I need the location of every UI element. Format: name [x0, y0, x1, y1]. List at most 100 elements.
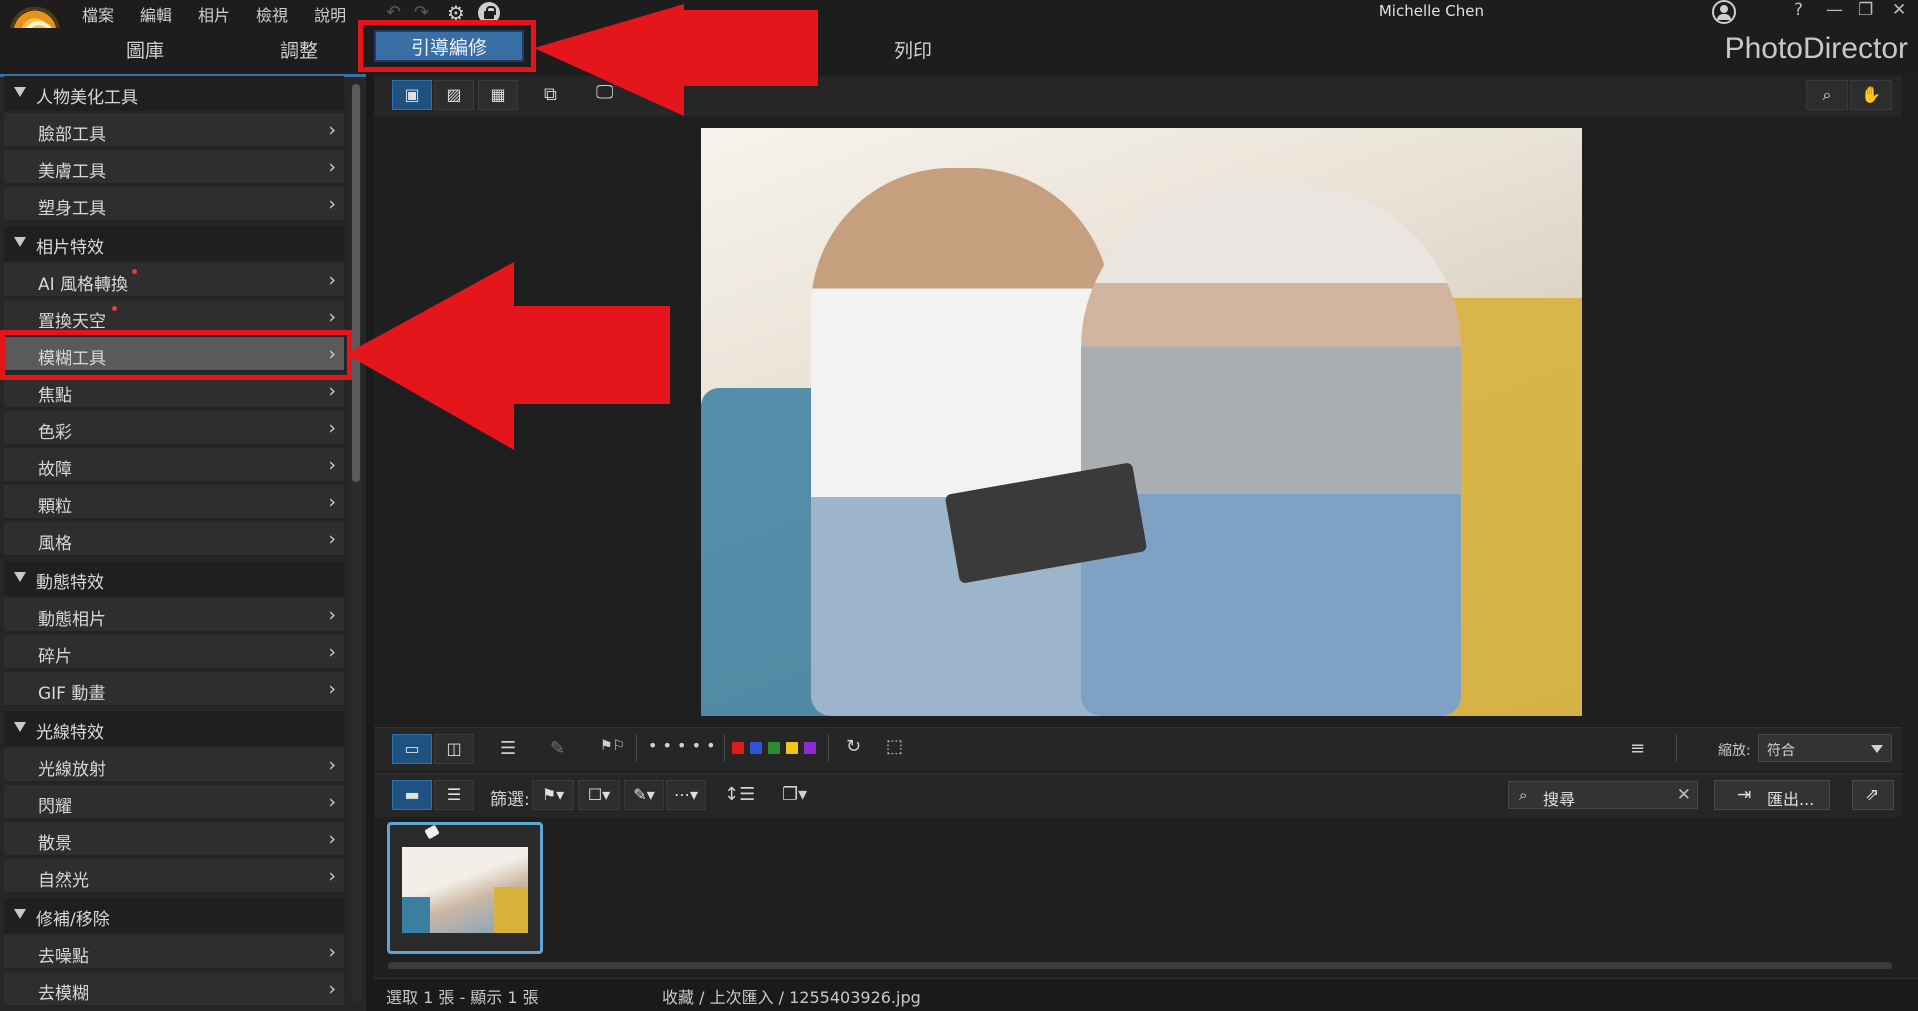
- left-panel: 人物美化工具 臉部工具 › 美膚工具 › 塑身工具 › 相片特效 AI 風格轉換…: [0, 74, 366, 1011]
- item-label: 風格: [38, 534, 72, 554]
- thumbnail-photo-1[interactable]: [387, 822, 543, 954]
- chevron-right-icon: ›: [328, 491, 336, 513]
- share-icon: ⇗: [1865, 785, 1880, 805]
- filmstrip: [374, 818, 1902, 976]
- grid-view-button[interactable]: ▦: [478, 80, 518, 110]
- item-deblur[interactable]: 去模糊 ›: [4, 972, 344, 1007]
- section-motion-effects[interactable]: 動態特效: [4, 561, 344, 596]
- dual-frame-icon: ◫: [446, 739, 462, 758]
- sort-icon[interactable]: ☰: [500, 738, 516, 759]
- menu-photo[interactable]: 相片: [198, 2, 230, 26]
- expand-triangle-icon: [14, 572, 26, 582]
- item-dispersion[interactable]: 碎片 ›: [4, 635, 344, 670]
- expand-triangle-icon: [14, 87, 26, 97]
- compare-view-icon: ▣: [404, 85, 420, 104]
- section-people-beautify[interactable]: 人物美化工具: [4, 76, 344, 111]
- minimize-icon[interactable]: —: [1826, 0, 1843, 20]
- zoom-tool-button[interactable]: ⌕: [1806, 80, 1848, 110]
- menu-view[interactable]: 檢視: [256, 2, 288, 26]
- section-photo-effects[interactable]: 相片特效: [4, 226, 344, 261]
- close-icon[interactable]: ✕: [1892, 0, 1906, 20]
- item-body-tools[interactable]: 塑身工具 ›: [4, 187, 344, 222]
- item-grain[interactable]: 顆粒 ›: [4, 485, 344, 520]
- chevron-right-icon: ›: [328, 417, 336, 439]
- dropdown-arrow-icon: [1871, 745, 1883, 753]
- list-icon: ☰: [446, 785, 462, 804]
- item-style[interactable]: 風格 ›: [4, 522, 344, 557]
- item-sparkle[interactable]: 閃耀 ›: [4, 785, 344, 820]
- user-avatar-icon[interactable]: [1712, 0, 1736, 24]
- color-label-red[interactable]: [732, 742, 744, 754]
- chevron-right-icon: ›: [328, 678, 336, 700]
- item-denoise[interactable]: 去噪點 ›: [4, 935, 344, 970]
- chevron-right-icon: ›: [328, 156, 336, 178]
- chevron-right-icon: ›: [328, 941, 336, 963]
- chevron-right-icon: ›: [328, 865, 336, 887]
- filmstrip-scrollbar[interactable]: [388, 962, 1892, 969]
- chevron-right-icon: ›: [328, 754, 336, 776]
- photo-preview[interactable]: [701, 128, 1582, 716]
- collection-path: 收藏 / 上次匯入 / 1255403926.jpg: [662, 988, 921, 1007]
- separator: [724, 734, 725, 762]
- filter-select-dropdown[interactable]: ☐▾: [578, 780, 620, 810]
- stack-icon[interactable]: ❐▾: [782, 784, 807, 805]
- search-input[interactable]: 搜尋: [1543, 786, 1575, 810]
- dual-strip-view-button[interactable]: ◫: [434, 734, 474, 764]
- chevron-right-icon: ›: [328, 269, 336, 291]
- brand-name: PhotoDirector: [1724, 32, 1908, 65]
- filter-rating-dropdown[interactable]: ⋯▾: [666, 780, 706, 810]
- section-title: 人物美化工具: [36, 88, 138, 108]
- item-glitch[interactable]: 故障 ›: [4, 448, 344, 483]
- thumbnail-view-button[interactable]: ▬: [392, 780, 432, 810]
- export-button[interactable]: ⇥ 匯出...: [1714, 780, 1830, 810]
- tab-adjust[interactable]: 調整: [280, 36, 318, 63]
- rating-dots[interactable]: • • • • •: [648, 736, 716, 755]
- item-gif-animation[interactable]: GIF 動畫 ›: [4, 672, 344, 707]
- zoom-select[interactable]: 符合: [1758, 734, 1892, 762]
- tag-icon: [424, 824, 440, 840]
- menu-help[interactable]: 說明: [314, 2, 346, 26]
- item-face-tools[interactable]: 臉部工具 ›: [4, 113, 344, 148]
- tab-library[interactable]: 圖庫: [126, 36, 164, 63]
- status-bar: [374, 978, 1918, 1011]
- list-view-button[interactable]: ☰: [434, 780, 474, 810]
- rotate-icon[interactable]: ↻: [846, 736, 861, 757]
- menu-edit[interactable]: 編輯: [140, 2, 172, 26]
- pan-tool-button[interactable]: ✋: [1850, 80, 1892, 110]
- expand-triangle-icon: [14, 909, 26, 919]
- restore-icon[interactable]: ❐: [1858, 0, 1873, 20]
- search-box[interactable]: ⌕ 搜尋 ✕: [1508, 781, 1698, 809]
- help-icon[interactable]: ?: [1794, 0, 1803, 20]
- item-label: 美膚工具: [38, 162, 106, 182]
- clear-search-icon[interactable]: ✕: [1677, 785, 1691, 805]
- color-label-green[interactable]: [768, 742, 780, 754]
- filter-flag-dropdown[interactable]: ⚑▾: [532, 780, 574, 810]
- crop-preview-icon[interactable]: ⬚: [886, 736, 903, 757]
- color-label-blue[interactable]: [750, 742, 762, 754]
- compare-view-button[interactable]: ▣: [392, 80, 432, 110]
- item-natural-light[interactable]: 自然光 ›: [4, 859, 344, 894]
- edit-brush-icon[interactable]: ✎: [550, 738, 565, 759]
- item-ai-style-transfer[interactable]: AI 風格轉換 ›: [4, 263, 344, 298]
- single-view-button[interactable]: ▨: [434, 80, 474, 110]
- item-color[interactable]: 色彩 ›: [4, 411, 344, 446]
- share-button[interactable]: ⇗: [1852, 780, 1894, 810]
- section-repair-remove[interactable]: 修補/移除: [4, 898, 344, 933]
- user-name[interactable]: Michelle Chen: [1379, 2, 1484, 20]
- item-label: 焦點: [38, 386, 72, 406]
- tab-print[interactable]: 列印: [894, 36, 932, 63]
- single-strip-view-button[interactable]: ▭: [392, 734, 432, 764]
- item-animated-photo[interactable]: 動態相片 ›: [4, 598, 344, 633]
- menu-file[interactable]: 檔案: [82, 2, 114, 26]
- section-title: 動態特效: [36, 573, 104, 593]
- filter-edit-dropdown[interactable]: ✎▾: [624, 780, 664, 810]
- item-light-rays[interactable]: 光線放射 ›: [4, 748, 344, 783]
- item-bokeh[interactable]: 散景 ›: [4, 822, 344, 857]
- flag-icon[interactable]: ⚑⚐: [600, 738, 625, 754]
- item-skin-tools[interactable]: 美膚工具 ›: [4, 150, 344, 185]
- color-label-purple[interactable]: [804, 742, 816, 754]
- section-light-effects[interactable]: 光線特效: [4, 711, 344, 746]
- sort-order-icon[interactable]: ↕☰: [724, 784, 755, 805]
- color-label-yellow[interactable]: [786, 742, 798, 754]
- list-options-icon[interactable]: ≡: [1630, 738, 1645, 759]
